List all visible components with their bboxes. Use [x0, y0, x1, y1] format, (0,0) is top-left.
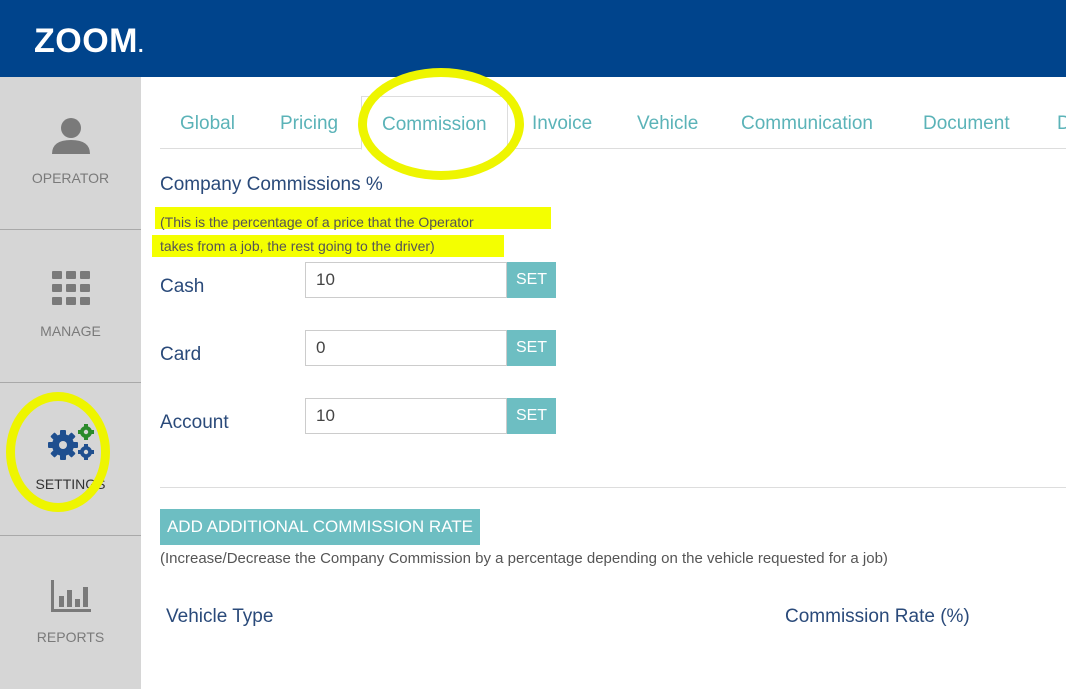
cash-set-button[interactable]: SET — [507, 262, 556, 298]
commission-note-line: takes from a job, the rest going to the … — [160, 238, 435, 254]
sidebar-item-manage[interactable]: MANAGE — [0, 230, 141, 383]
grid-icon — [51, 271, 90, 305]
card-label: Card — [160, 344, 202, 365]
commission-note-line: (This is the percentage of a price that … — [160, 214, 474, 230]
account-input[interactable]: 10 — [305, 398, 507, 434]
tab-global[interactable]: Global — [180, 96, 235, 148]
add-commission-rate-button[interactable]: ADD ADDITIONAL COMMISSION RATE — [160, 509, 480, 545]
tab-communication[interactable]: Communication — [741, 96, 873, 148]
tab-document[interactable]: Document — [923, 96, 1010, 148]
sidebar: OPERATOR MANAGE SETTINGS REPORTS — [0, 77, 141, 689]
user-icon — [51, 118, 90, 154]
card-set-button[interactable]: SET — [507, 330, 556, 366]
card-input[interactable]: 0 — [305, 330, 507, 366]
cash-input[interactable]: 10 — [305, 262, 507, 298]
settings-tabs: Global Pricing Commission Invoice Vehicl… — [160, 96, 1066, 150]
cash-label: Cash — [160, 276, 205, 297]
tab-vehicle[interactable]: Vehicle — [637, 96, 698, 148]
sidebar-item-label: SETTINGS — [35, 476, 106, 492]
additional-note: (Increase/Decrease the Company Commissio… — [160, 550, 888, 567]
sidebar-item-label: OPERATOR — [31, 170, 110, 186]
sidebar-item-operator[interactable]: OPERATOR — [0, 77, 141, 230]
tab-overflow[interactable]: D — [1057, 96, 1066, 148]
section-divider — [160, 487, 1066, 488]
sidebar-item-label: REPORTS — [36, 629, 105, 645]
tab-invoice[interactable]: Invoice — [532, 96, 592, 148]
top-header: ZOOM. — [0, 0, 1066, 77]
sidebar-item-reports[interactable]: REPORTS — [0, 536, 141, 688]
zoom-logo[interactable]: ZOOM. — [34, 22, 144, 61]
account-label: Account — [160, 412, 229, 433]
column-header-vehicle-type: Vehicle Type — [166, 606, 274, 627]
column-header-commission-rate: Commission Rate (%) — [785, 606, 970, 627]
tab-pricing[interactable]: Pricing — [280, 96, 338, 148]
commission-note: (This is the percentage of a price that … — [160, 210, 580, 258]
tab-commission[interactable]: Commission — [361, 96, 508, 150]
bar-chart-icon — [50, 580, 91, 612]
gears-icon — [47, 424, 94, 460]
sidebar-item-settings[interactable]: SETTINGS — [0, 383, 141, 536]
account-set-button[interactable]: SET — [507, 398, 556, 434]
section-title: Company Commissions % — [160, 174, 383, 195]
sidebar-item-label: MANAGE — [40, 323, 101, 339]
